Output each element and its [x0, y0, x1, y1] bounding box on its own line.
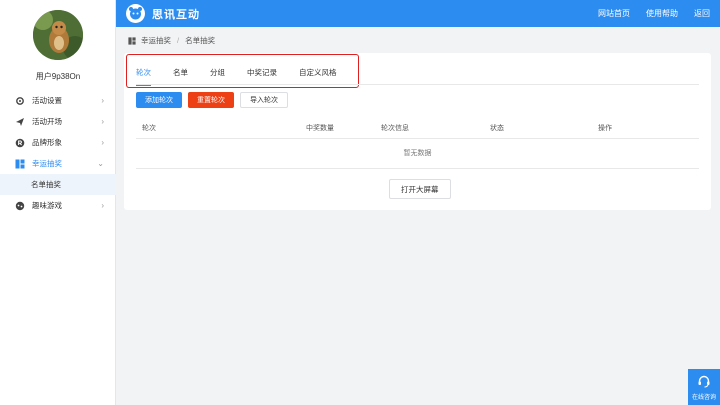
grid-icon	[128, 36, 136, 45]
chevron-right-icon: ›	[101, 138, 104, 147]
empty-table-message: 暂无数据	[136, 139, 699, 169]
username: 用户9p38On	[35, 72, 81, 81]
chevron-right-icon: ›	[101, 96, 104, 105]
brand-name: 思讯互动	[152, 8, 200, 21]
send-icon	[15, 117, 25, 127]
column-header: 中奖数量	[306, 125, 334, 132]
open-big-screen-button[interactable]: 打开大屏幕	[389, 179, 451, 199]
sidebar-item-label: 活动开场	[32, 117, 62, 126]
nav-help-link[interactable]: 使用帮助	[646, 8, 678, 19]
sidebar-subitem-label: 名单抽奖	[31, 180, 61, 189]
breadcrumb: 幸运抽奖 / 名单抽奖	[128, 35, 215, 46]
import-round-button[interactable]: 导入轮次	[240, 92, 288, 108]
reset-round-button[interactable]: 重置轮次	[188, 92, 234, 108]
breadcrumb-separator: /	[177, 36, 180, 45]
table-header: 轮次 中奖数量 轮次信息 状态 操作	[136, 115, 699, 139]
column-header: 状态	[490, 125, 504, 132]
online-consult-label: 在线咨询	[691, 394, 716, 401]
sidebar-item-label: 趣味游戏	[32, 201, 62, 210]
avatar-image	[33, 10, 83, 60]
sidebar-item-label: 活动设置	[32, 96, 62, 105]
main-card: 轮次 名单 分组 中奖记录 自定义风格 添加轮次 重置轮次 导入轮次 轮次 中奖…	[124, 53, 711, 210]
sidebar-item-brand-image[interactable]: 品牌形象 ›	[0, 132, 116, 153]
sidebar-item-fun-games[interactable]: 趣味游戏 ›	[0, 195, 116, 216]
chevron-down-icon: ⌄	[97, 159, 104, 168]
top-nav: 网站首页 使用帮助 返回	[598, 8, 710, 19]
grid-icon	[15, 159, 25, 169]
action-buttons: 添加轮次 重置轮次 导入轮次	[136, 92, 288, 108]
breadcrumb-item[interactable]: 幸运抽奖	[141, 35, 171, 46]
avatar[interactable]	[33, 10, 83, 60]
sidebar-item-label: 幸运抽奖	[32, 159, 62, 168]
chevron-right-icon: ›	[101, 201, 104, 210]
add-round-button[interactable]: 添加轮次	[136, 92, 182, 108]
column-header: 操作	[598, 125, 612, 132]
column-header: 轮次信息	[381, 125, 409, 132]
nav-home-link[interactable]: 网站首页	[598, 8, 630, 19]
headset-icon	[697, 374, 711, 390]
nav-back-link[interactable]: 返回	[694, 8, 710, 19]
brand-icon	[15, 138, 25, 148]
sidebar-item-activity-opening[interactable]: 活动开场 ›	[0, 111, 116, 132]
gear-icon	[15, 96, 25, 106]
sidebar-subitem-list-draw[interactable]: 名单抽奖	[0, 174, 116, 195]
column-header: 轮次	[142, 125, 156, 132]
sidebar-menu: 活动设置 › 活动开场 › 品牌形象 › 幸运抽奖 ⌄ 名单抽奖 趣味游戏 ›	[0, 90, 116, 216]
gamepad-icon	[15, 201, 25, 211]
top-bar: 思讯互动 网站首页 使用帮助 返回	[116, 0, 720, 27]
online-consult-button[interactable]: 在线咨询	[688, 369, 720, 405]
brand-logo-icon	[126, 4, 145, 23]
tab-divider	[136, 84, 699, 85]
sidebar-item-activity-settings[interactable]: 活动设置 ›	[0, 90, 116, 111]
breadcrumb-item: 名单抽奖	[185, 36, 216, 45]
sidebar: 用户9p38On 活动设置 › 活动开场 › 品牌形象 › 幸运抽奖 ⌄ 名单抽…	[0, 0, 116, 405]
brand[interactable]: 思讯互动	[126, 4, 200, 23]
sidebar-item-label: 品牌形象	[32, 138, 62, 147]
chevron-right-icon: ›	[101, 117, 104, 126]
sidebar-item-lucky-draw[interactable]: 幸运抽奖 ⌄	[0, 153, 116, 174]
